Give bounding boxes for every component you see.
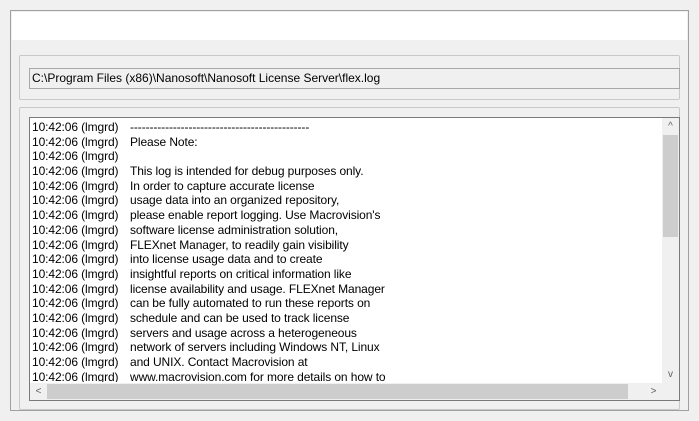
log-message: can be fully automated to run these repo… (130, 296, 371, 311)
log-message: servers and usage across a heterogeneous (130, 325, 357, 340)
log-message: www.macrovision.com for more details on … (130, 369, 386, 382)
scroll-up-icon[interactable]: ^ (662, 118, 679, 135)
log-line: 10:42:06 (lmgrd) please enable report log… (32, 208, 659, 223)
log-message: usage data into an organized repository, (130, 193, 340, 208)
log-message: schedule and can be used to track licens… (130, 310, 350, 325)
log-line: 10:42:06 (lmgrd) (32, 149, 659, 164)
log-line: 10:42:06 (lmgrd) www.macrovision.com for … (32, 370, 659, 382)
log-timestamp: 10:42:06 (lmgrd) (32, 178, 119, 193)
log-line: 10:42:06 (lmgrd) usage data into an organ… (32, 193, 659, 208)
log-viewer-panel: C:\Program Files (x86)\Nanosoft\Nanosoft… (10, 10, 689, 411)
scroll-down-icon[interactable]: v (662, 366, 679, 383)
log-message: This log is intended for debug purposes … (130, 164, 364, 179)
log-line: 10:42:06 (lmgrd) insightful reports on cr… (32, 267, 659, 282)
log-lines: 10:42:06 (lmgrd) ------------------------… (32, 120, 659, 382)
log-line: 10:42:06 (lmgrd) ------------------------… (32, 120, 659, 135)
log-timestamp: 10:42:06 (lmgrd) (32, 237, 119, 252)
log-message: into license usage data and to create (130, 252, 323, 267)
log-timestamp: 10:42:06 (lmgrd) (32, 310, 119, 325)
log-timestamp: 10:42:06 (lmgrd) (32, 355, 119, 369)
log-message: ----------------------------------------… (130, 120, 310, 134)
horizontal-scroll-thumb[interactable] (47, 384, 628, 399)
log-line: 10:42:06 (lmgrd) This log is intended for… (32, 164, 659, 179)
log-line: 10:42:06 (lmgrd) servers and usage across… (32, 326, 659, 341)
vertical-scroll-thumb[interactable] (663, 135, 678, 237)
log-path-group: C:\Program Files (x86)\Nanosoft\Nanosoft… (19, 55, 680, 100)
log-message: software license administration solution… (130, 222, 339, 237)
log-line: 10:42:06 (lmgrd) into license usage data … (32, 252, 659, 267)
log-timestamp: 10:42:06 (lmgrd) (32, 134, 119, 149)
log-timestamp: 10:42:06 (lmgrd) (32, 281, 119, 296)
log-timestamp: 10:42:06 (lmgrd) (32, 369, 119, 382)
log-message: and UNIX. Contact Macrovision at (130, 355, 308, 369)
log-message: Please Note: (130, 134, 198, 149)
scroll-right-icon[interactable]: > (645, 383, 662, 400)
log-timestamp: 10:42:06 (lmgrd) (32, 266, 119, 281)
log-line: 10:42:06 (lmgrd) license availability and… (32, 282, 659, 297)
log-timestamp: 10:42:06 (lmgrd) (32, 252, 119, 267)
log-timestamp: 10:42:06 (lmgrd) (32, 340, 119, 355)
log-output-group: 10:42:06 (lmgrd) ------------------------… (19, 107, 680, 410)
log-line: 10:42:06 (lmgrd) can be fully automated t… (32, 296, 659, 311)
log-line: 10:42:06 (lmgrd) FLEXnet Manager, to read… (32, 238, 659, 253)
log-timestamp: 10:42:06 (lmgrd) (32, 193, 119, 208)
log-timestamp: 10:42:06 (lmgrd) (32, 222, 119, 237)
log-message: please enable report logging. Use Macrov… (130, 208, 381, 223)
top-strip (12, 12, 687, 40)
log-line: 10:42:06 (lmgrd) and UNIX. Contact Macrov… (32, 355, 659, 370)
log-line: 10:42:06 (lmgrd) In order to capture accu… (32, 179, 659, 194)
log-message: In order to capture accurate license (130, 178, 315, 193)
scroll-left-icon[interactable]: < (30, 383, 47, 400)
vertical-scrollbar[interactable]: ^ v (662, 118, 679, 383)
log-timestamp: 10:42:06 (lmgrd) (32, 325, 119, 340)
log-text-area[interactable]: 10:42:06 (lmgrd) ------------------------… (29, 117, 680, 401)
log-line: 10:42:06 (lmgrd) network of servers inclu… (32, 340, 659, 355)
scrollbar-corner (662, 383, 679, 400)
log-message: FLEXnet Manager, to readily gain visibil… (130, 237, 349, 252)
horizontal-scrollbar[interactable]: < > (30, 383, 662, 400)
log-message: license availability and usage. FLEXnet … (130, 281, 385, 296)
log-timestamp: 10:42:06 (lmgrd) (32, 120, 119, 134)
log-line: 10:42:06 (lmgrd) software license adminis… (32, 223, 659, 238)
log-message: insightful reports on critical informati… (130, 266, 352, 281)
log-line: 10:42:06 (lmgrd) Please Note: (32, 135, 659, 150)
log-timestamp: 10:42:06 (lmgrd) (32, 149, 119, 164)
log-timestamp: 10:42:06 (lmgrd) (32, 296, 119, 311)
log-line: 10:42:06 (lmgrd) schedule and can be used… (32, 311, 659, 326)
log-timestamp: 10:42:06 (lmgrd) (32, 208, 119, 223)
log-message: network of servers including Windows NT,… (130, 340, 380, 355)
log-path-field[interactable]: C:\Program Files (x86)\Nanosoft\Nanosoft… (29, 68, 680, 89)
log-timestamp: 10:42:06 (lmgrd) (32, 164, 119, 179)
